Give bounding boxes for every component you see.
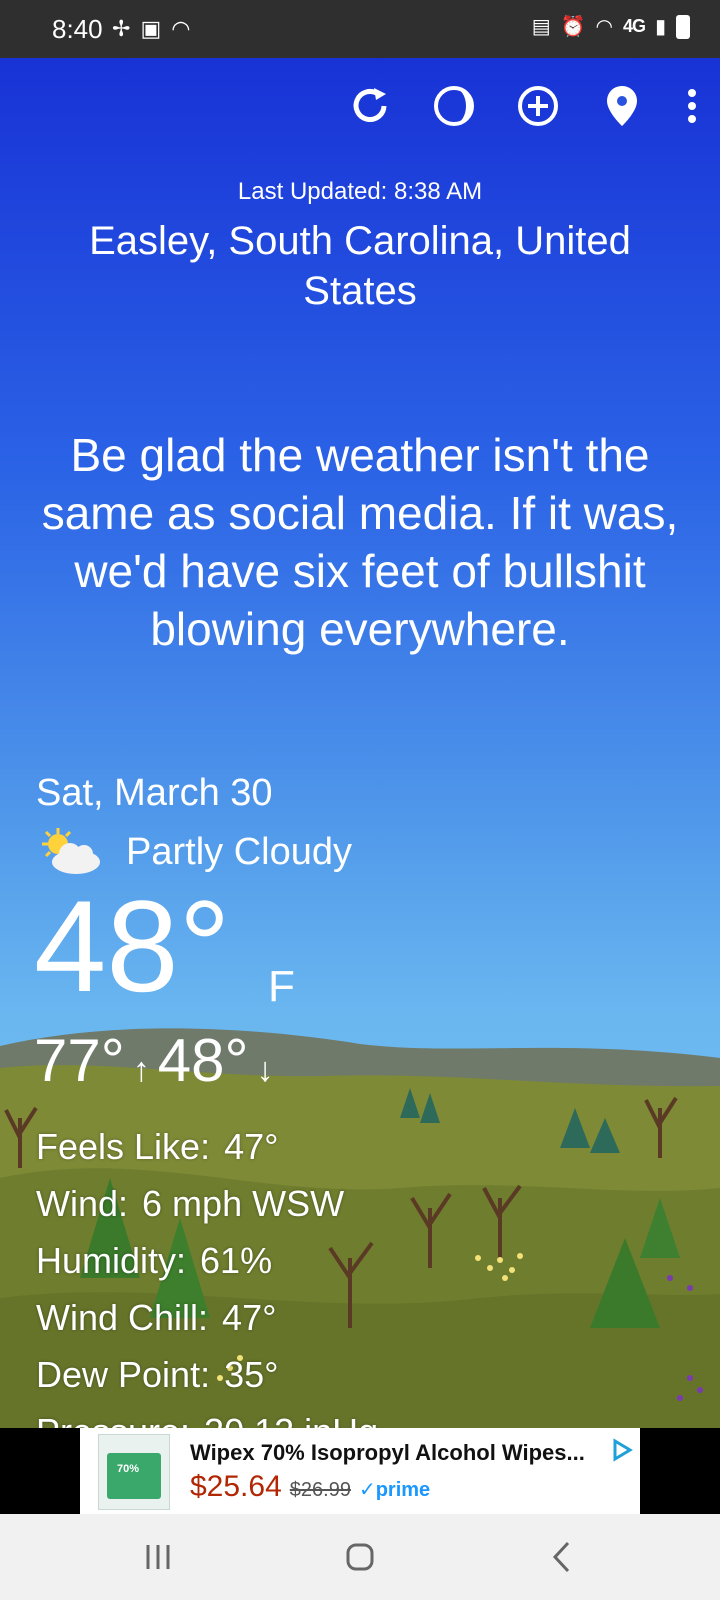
add-location-icon [518,86,558,126]
detail-label: Feels Like: [36,1126,211,1167]
low-temperature: 48° [157,1027,249,1094]
down-arrow-icon: ↓ [256,1051,274,1089]
refresh-icon [353,88,387,122]
current-date: Sat, March 30 [36,772,273,814]
battery-icon [676,14,690,39]
detail-value: 61% [200,1240,273,1281]
photo-icon: ▣ [140,16,162,41]
home-icon [346,1543,374,1571]
overflow-menu-icon [688,89,696,123]
last-updated-text: Last Updated: 8:38 AM [237,178,483,205]
detail-value: 30.12 inHg [204,1411,378,1428]
high-low-row: 77° ↑ 48° ↓ [34,1026,273,1095]
wifi-icon: ◠ [595,16,613,38]
detail-row-pressure: Pressure: 30.12 inHg [36,1403,378,1428]
wipes-box [107,1453,161,1499]
wifi-icon: ◠ [171,16,191,41]
overflow-menu-button[interactable] [682,82,702,130]
detail-row-dew-point: Dew Point: 35° [36,1346,378,1403]
condition-row: Partly Cloudy [36,826,352,878]
moon-phase-icon [434,86,474,126]
ad-card[interactable]: 70% Wipex 70% Isopropyl Alcohol Wipes...… [80,1428,640,1514]
system-nav-bar [0,1514,720,1600]
back-icon [552,1541,570,1573]
add-location-button[interactable] [514,82,562,130]
high-temperature: 77° [34,1027,125,1094]
recent-apps-button[interactable] [128,1534,188,1580]
top-toolbar [346,82,702,130]
detail-label: Wind: [36,1183,129,1224]
detail-label: Humidity: [36,1240,187,1281]
detail-row-feels-like: Feels Like: 47° [36,1118,378,1175]
status-time: 8:40 [52,14,103,44]
network-label: 4G [622,16,646,36]
detail-label: Pressure: [36,1411,190,1428]
partly-cloudy-icon [42,828,100,874]
back-button[interactable] [532,1534,592,1580]
refresh-button[interactable] [346,82,394,130]
detail-label: Dew Point: [36,1354,211,1395]
weather-quote: Be glad the weather isn't the same as so… [41,429,679,655]
ad-product-image[interactable]: 70% [98,1434,170,1510]
ad-title[interactable]: Wipex 70% Isopropyl Alcohol Wipes... [190,1440,585,1466]
fan-icon: ✢ [112,16,131,41]
location-pin-icon [607,86,637,126]
temperature-unit[interactable]: F [268,962,295,1012]
detail-value: 47° [224,1126,279,1167]
ad-banner: 70% Wipex 70% Isopropyl Alcohol Wipes...… [0,1428,720,1514]
ad-prime-badge: ✓prime [358,1479,431,1501]
detail-value: 47° [222,1297,277,1338]
up-arrow-icon: ↑ [132,1051,150,1089]
current-temperature: 48° [34,873,231,1019]
condition-text: Partly Cloudy [126,830,352,873]
moon-phase-button[interactable] [430,82,478,130]
weather-screen: Last Updated: 8:38 AM Easley, South Caro… [0,58,720,1428]
weather-details: Feels Like: 47° Wind: 6 mph WSW Humidity: 6… [36,1118,378,1428]
ad-old-price: $26.99 [289,1479,351,1501]
ad-price: $25.64 [190,1470,282,1503]
location-title[interactable]: Easley, South Carolina, United States [60,216,660,316]
location-button[interactable] [598,82,646,130]
lock-icon: ▤ [531,16,551,38]
alarm-icon: ⏰ [560,16,586,38]
home-button[interactable] [330,1534,390,1580]
signal-icon: ▮ [654,16,666,38]
ad-price-row: $25.64 $26.99 ✓prime [190,1470,430,1504]
detail-row-humidity: Humidity: 61% [36,1232,378,1289]
ad-choices-icon[interactable] [610,1438,634,1462]
recent-apps-icon [146,1545,170,1569]
status-bar: 8:40 ✢ ▣ ◠ ▤ ⏰ ◠ 4G ▮ [0,0,720,58]
ad-thumb-label: 70% [117,1463,140,1475]
detail-value: 6 mph WSW [142,1183,345,1224]
detail-label: Wind Chill: [36,1297,209,1338]
detail-row-wind-chill: Wind Chill: 47° [36,1289,378,1346]
detail-value: 35° [224,1354,279,1395]
detail-row-wind: Wind: 6 mph WSW [36,1175,378,1232]
